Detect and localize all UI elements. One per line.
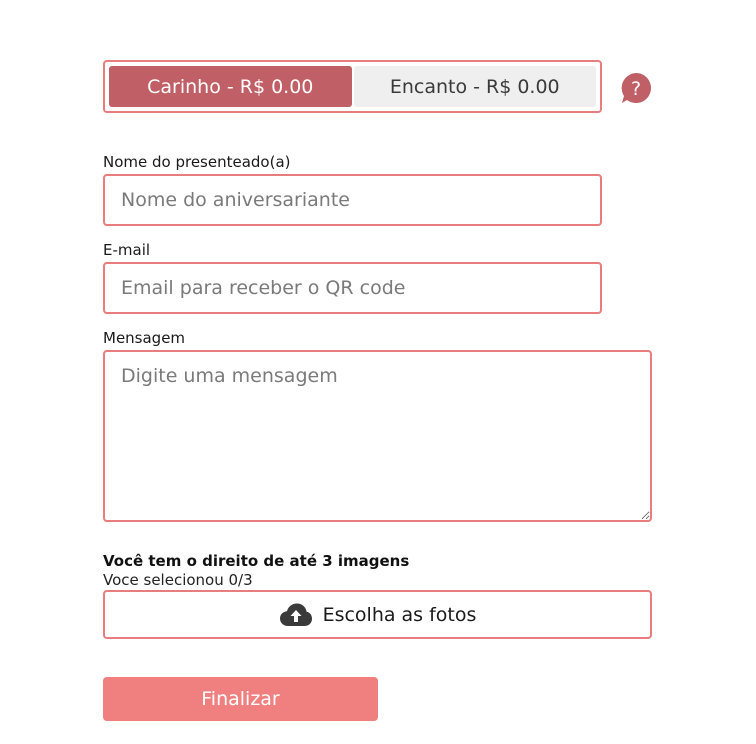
message-textarea[interactable] [103, 350, 652, 522]
name-field-label: Nome do presenteado(a) [103, 153, 291, 171]
question-mark-icon[interactable]: ? [619, 71, 653, 105]
finalize-button-label: Finalizar [201, 688, 280, 710]
svg-text:?: ? [631, 78, 641, 100]
choose-photos-button[interactable]: Escolha as fotos [103, 590, 652, 639]
images-limit-title: Você tem o direito de até 3 imagens [103, 552, 410, 570]
message-field-label: Mensagem [103, 329, 186, 347]
plan-option-label: Carinho - R$ 0.00 [147, 75, 314, 98]
plan-option-carinho[interactable]: Carinho - R$ 0.00 [109, 66, 352, 107]
choose-photos-label: Escolha as fotos [322, 603, 477, 626]
recipient-name-input[interactable] [103, 174, 602, 226]
plan-selector: Carinho - R$ 0.00 Encanto - R$ 0.00 [103, 60, 602, 113]
finalize-button[interactable]: Finalizar [103, 677, 378, 721]
cloud-upload-icon [279, 602, 313, 628]
images-selected-count: Voce selecionou 0/3 [103, 571, 253, 589]
email-input[interactable] [103, 262, 602, 314]
plan-option-label: Encanto - R$ 0.00 [389, 75, 560, 98]
plan-option-encanto[interactable]: Encanto - R$ 0.00 [353, 66, 596, 107]
email-field-label: E-mail [103, 241, 151, 259]
